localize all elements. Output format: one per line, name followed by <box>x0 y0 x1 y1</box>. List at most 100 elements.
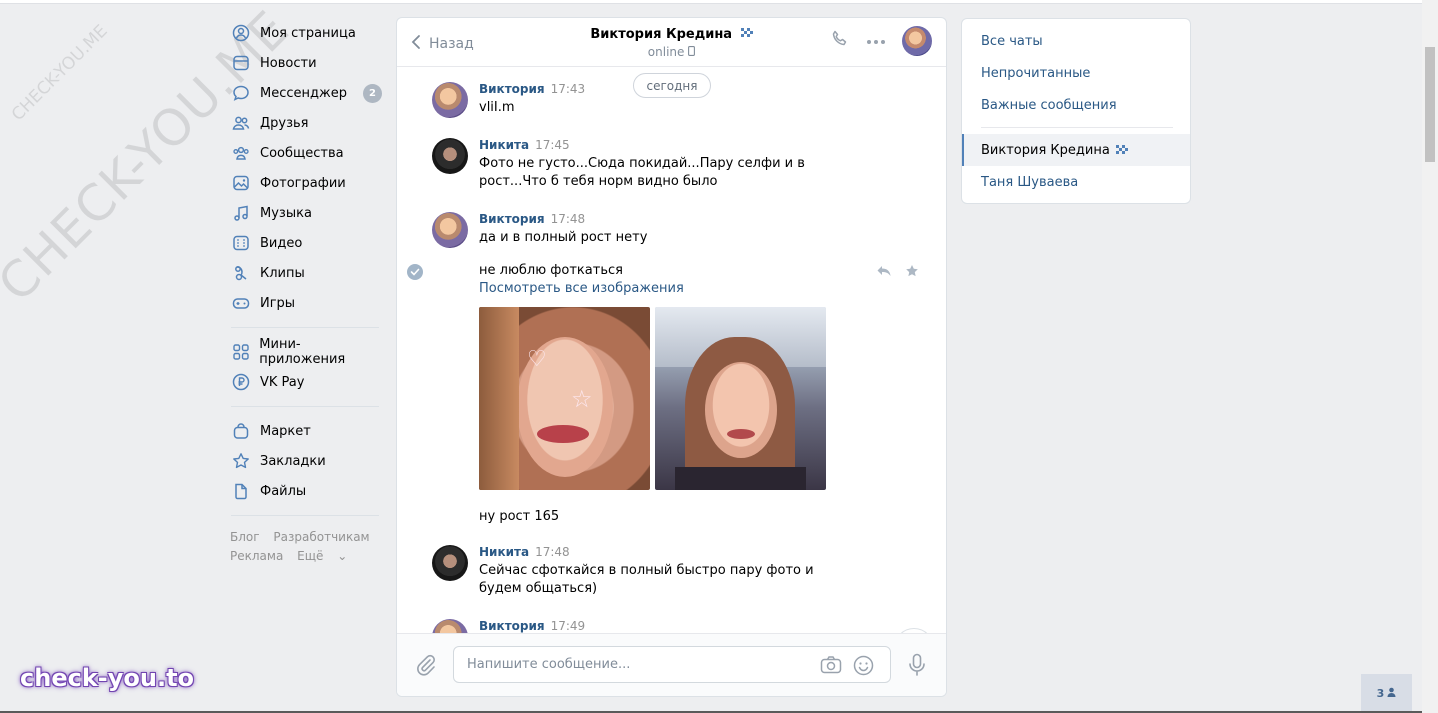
camera-button[interactable] <box>820 655 842 679</box>
avatar[interactable] <box>432 212 468 248</box>
nav-label: Файлы <box>260 483 307 499</box>
clips-icon <box>231 263 251 283</box>
chat-tab-tanya[interactable]: Таня Шуваева <box>962 166 1190 198</box>
nav-item-communities[interactable]: Сообщества <box>230 138 382 168</box>
friends-icon <box>231 113 251 133</box>
compose-bar <box>397 633 946 696</box>
page-scrollbar[interactable] <box>1422 0 1438 713</box>
video-icon <box>231 233 251 253</box>
mark-important-button[interactable] <box>905 264 919 282</box>
call-button[interactable] <box>830 29 850 53</box>
emoji-button[interactable] <box>853 655 874 680</box>
apps-grid-icon <box>231 342 250 362</box>
nav-label: Музыка <box>260 205 312 221</box>
peer-status: online <box>647 45 685 59</box>
message-input[interactable] <box>454 647 794 682</box>
footer-link-more[interactable]: Ещё ⌄ <box>297 549 357 563</box>
nav-item-mini-apps[interactable]: Мини-приложения <box>230 337 382 367</box>
nav-item-photos[interactable]: Фотографии <box>230 168 382 198</box>
avatar[interactable] <box>432 82 468 118</box>
online-friends-chip[interactable]: 3 <box>1361 674 1412 713</box>
footer-link-dev[interactable]: Разработчикам <box>273 530 369 544</box>
message-actions <box>863 264 919 282</box>
scrollbar-thumb[interactable] <box>1425 47 1435 162</box>
message-text: Сейчас сфоткайся в полный быстро пару фо… <box>479 563 814 596</box>
message-author[interactable]: Виктория <box>479 619 545 633</box>
read-checkmark-icon[interactable] <box>407 264 423 280</box>
checkered-flag-icon <box>1115 145 1128 155</box>
nav-label: Фотографии <box>260 175 346 191</box>
message-author[interactable]: Никита <box>479 545 529 559</box>
more-button[interactable] <box>866 34 886 49</box>
message-text: да и в полный рост нету <box>479 230 648 245</box>
nav-divider <box>231 515 379 516</box>
nav-label: VK Pay <box>260 374 305 390</box>
unread-badge: 2 <box>363 83 382 103</box>
nav-label: Моя страница <box>260 25 356 41</box>
peer-avatar-button[interactable] <box>902 26 932 56</box>
more-dots-icon <box>866 34 886 49</box>
avatar[interactable] <box>432 545 468 581</box>
message-author[interactable]: Виктория <box>479 82 545 96</box>
nav-label: Новости <box>260 55 317 71</box>
gamepad-icon <box>231 293 251 313</box>
message-author[interactable]: Никита <box>479 138 529 152</box>
nav-item-video[interactable]: Видео <box>230 228 382 258</box>
voice-message-button[interactable] <box>908 653 926 681</box>
nav-item-my-page[interactable]: Моя страница <box>230 18 382 48</box>
photo-content <box>479 307 519 490</box>
filter-all-chats[interactable]: Все чаты <box>962 25 1190 57</box>
person-icon <box>1387 687 1396 700</box>
chat-bubble-icon <box>231 83 251 103</box>
photo-attachment[interactable] <box>655 307 826 490</box>
music-icon <box>231 203 251 223</box>
message-time[interactable]: 17:48 <box>535 545 570 559</box>
message-text: не люблю фоткаться <box>479 263 623 278</box>
nav-item-friends[interactable]: Друзья <box>230 108 382 138</box>
star-sticker: ☆ <box>571 385 593 413</box>
chat-tab-viktoria[interactable]: Виктория Кредина <box>962 134 1190 166</box>
header-actions <box>814 26 932 56</box>
footer-link-blog[interactable]: Блог <box>230 530 260 544</box>
view-all-images-link[interactable]: Посмотреть все изображения <box>479 280 684 298</box>
date-divider: сегодня <box>633 73 711 98</box>
filter-unread[interactable]: Непрочитанные <box>962 57 1190 89</box>
reply-button[interactable] <box>876 264 892 282</box>
communities-icon <box>231 143 251 163</box>
bag-icon <box>231 421 251 441</box>
nav-divider <box>231 406 379 407</box>
camera-icon <box>820 656 842 679</box>
nav-item-music[interactable]: Музыка <box>230 198 382 228</box>
avatar[interactable] <box>432 138 468 174</box>
filter-important[interactable]: Важные сообщения <box>962 89 1190 121</box>
news-icon <box>231 53 251 73</box>
nav-label: Маркет <box>260 423 311 439</box>
nav-item-bookmarks[interactable]: Закладки <box>230 446 382 476</box>
nav-item-clips[interactable]: Клипы <box>230 258 382 288</box>
message-author[interactable]: Виктория <box>479 212 545 226</box>
paperclip-icon <box>415 654 437 680</box>
user-circle-icon <box>231 23 251 43</box>
message-time[interactable]: 17:49 <box>551 619 586 633</box>
footer-link-ads[interactable]: Реклама <box>230 549 283 563</box>
nav-item-games[interactable]: Игры <box>230 288 382 318</box>
brand-watermark: check-you.to <box>20 664 195 692</box>
nav-item-files[interactable]: Файлы <box>230 476 382 506</box>
nav-item-market[interactable]: Маркет <box>230 416 382 446</box>
checkered-flag-icon <box>740 27 753 42</box>
nav-item-vk-pay[interactable]: VK Pay <box>230 367 382 397</box>
message-time[interactable]: 17:43 <box>551 82 586 96</box>
message-time[interactable]: 17:48 <box>551 212 586 226</box>
message-time[interactable]: 17:45 <box>535 138 570 152</box>
photo-content <box>705 362 777 458</box>
nav-label: Сообщества <box>260 145 344 161</box>
nav-item-news[interactable]: Новости <box>230 48 382 78</box>
people-count: 3 <box>1376 687 1385 700</box>
avatar <box>902 26 932 56</box>
photo-attachment[interactable]: ♡ ☆ <box>479 307 650 490</box>
nav-item-messenger[interactable]: Мессенджер 2 <box>230 78 382 108</box>
attach-button[interactable] <box>415 654 437 680</box>
nav-label: Видео <box>260 235 303 251</box>
watermark-small: CHECK-YOU.ME <box>7 21 112 126</box>
nav-divider <box>231 327 379 328</box>
